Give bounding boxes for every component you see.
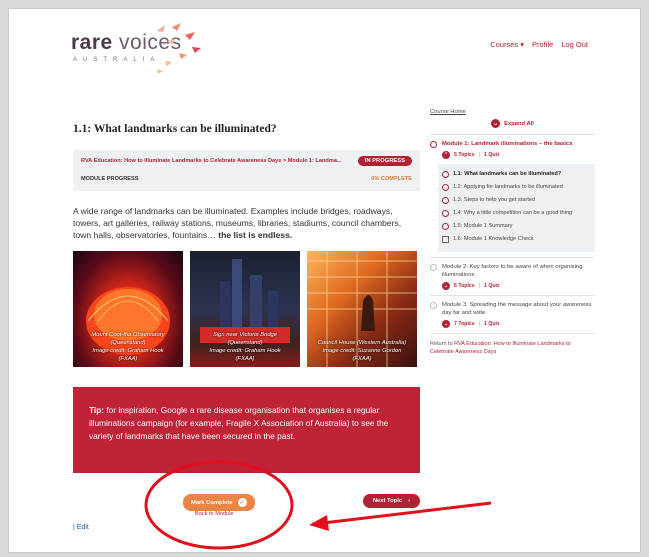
list-item[interactable]: 1.4: Why a little competition can be a g… xyxy=(442,209,591,217)
intro-bold: the list is endless. xyxy=(218,230,293,240)
photo-gallery: Mount Coot-tha Observatory (Queensland) … xyxy=(73,251,420,367)
module-meta[interactable]: ⌃ 5 Topics | 1 Quiz xyxy=(442,151,595,159)
photo-caption: Sign near Victoria Bridge (Queensland) I… xyxy=(209,332,281,362)
module-item: Module 3: Spreading the message about yo… xyxy=(430,296,595,334)
photo-sign: Sign near Victoria Bridge (Queensland) I… xyxy=(190,251,300,367)
tip-label: Tip: xyxy=(89,405,105,415)
module-2-link[interactable]: Module 2: Key factors to be aware of whe… xyxy=(430,263,595,279)
module-progress-box: RVA Education: How to Illuminate Landmar… xyxy=(73,150,420,191)
lesson-content: 1.1: What landmarks can be illuminated? … xyxy=(73,119,420,473)
chevron-down-icon: ⌄ xyxy=(442,282,450,290)
progress-label: MODULE PROGRESS xyxy=(81,176,139,182)
return-to-course: Return to RVA Education: How to Illumina… xyxy=(430,341,571,355)
module-meta[interactable]: ⌄ 7 Topics | 1 Quiz xyxy=(442,320,595,328)
status-circle-icon xyxy=(430,141,437,148)
birds-logo-icon xyxy=(157,23,201,74)
courses-menu[interactable]: Courses ▾ xyxy=(490,40,524,49)
module-meta[interactable]: ⌄ 6 Topics | 1 Quiz xyxy=(442,282,595,290)
course-home-link[interactable]: Course Home xyxy=(430,109,595,115)
status-circle-icon xyxy=(442,171,449,178)
status-circle-icon xyxy=(442,223,449,230)
lesson-list: 1.1: What landmarks can be illuminated? … xyxy=(438,164,595,252)
status-circle-icon xyxy=(430,302,437,309)
list-item[interactable]: 1.6: Module 1 Knowledge Check xyxy=(442,235,591,243)
list-item[interactable]: 1.5: Module 1 Summary xyxy=(442,222,591,230)
module-3-link[interactable]: Module 3: Spreading the message about yo… xyxy=(430,301,595,317)
status-badge: IN PROGRESS xyxy=(357,156,412,166)
profile-link[interactable]: Profile xyxy=(532,40,553,49)
photo-caption: Council House (Western Australia) Image … xyxy=(317,340,407,362)
top-navigation: Courses ▾ Profile Log Out xyxy=(490,40,588,49)
module-item: Module 1: Landmark illuminations – the b… xyxy=(430,135,595,258)
progress-value: 0% COMPLETE xyxy=(371,176,412,182)
status-circle-icon xyxy=(430,264,437,271)
page-title: 1.1: What landmarks can be illuminated? xyxy=(73,123,277,135)
status-circle-icon xyxy=(442,210,449,217)
logout-link[interactable]: Log Out xyxy=(561,40,588,49)
list-item[interactable]: 1.2: Applying for landmarks to be illumi… xyxy=(442,183,591,191)
module-item: Module 2: Key factors to be aware of whe… xyxy=(430,258,595,296)
photo-caption: Mount Coot-tha Observatory (Queensland) … xyxy=(91,332,165,362)
chevron-down-icon: ⌄ xyxy=(491,119,501,128)
quiz-icon xyxy=(442,236,449,243)
photo-council-house: Council House (Western Australia) Image … xyxy=(307,251,417,367)
chevron-up-icon: ⌃ xyxy=(442,151,450,159)
edit-link[interactable]: | Edit xyxy=(73,524,89,531)
course-sidebar: Course Home ⌄ Expand All Module 1: Landm… xyxy=(430,109,595,356)
list-item[interactable]: 1.1: What landmarks can be illuminated? xyxy=(442,170,591,178)
annotation-arrow-icon xyxy=(309,501,492,531)
breadcrumb[interactable]: RVA Education: How to Illuminate Landmar… xyxy=(81,158,353,164)
chevron-down-icon: ⌄ xyxy=(442,320,450,328)
expand-all-button[interactable]: ⌄ Expand All xyxy=(430,119,595,128)
progress-row: MODULE PROGRESS 0% COMPLETE xyxy=(81,176,412,182)
tip-text: for inspiration, Google a rare disease o… xyxy=(89,405,389,441)
list-item[interactable]: 1.3: Steps to help you get started xyxy=(442,196,591,204)
page: rare voices AUSTRALIA Courses ▾ Profile … xyxy=(8,8,641,553)
photo-observatory: Mount Coot-tha Observatory (Queensland) … xyxy=(73,251,183,367)
status-circle-icon xyxy=(442,184,449,191)
module-1-link[interactable]: Module 1: Landmark illuminations – the b… xyxy=(430,140,595,148)
intro-paragraph: A wide range of landmarks can be illumin… xyxy=(73,206,402,240)
rare-voices-logo[interactable]: rare voices AUSTRALIA xyxy=(71,23,201,74)
status-circle-icon xyxy=(442,197,449,204)
annotation-ellipse xyxy=(144,460,294,550)
